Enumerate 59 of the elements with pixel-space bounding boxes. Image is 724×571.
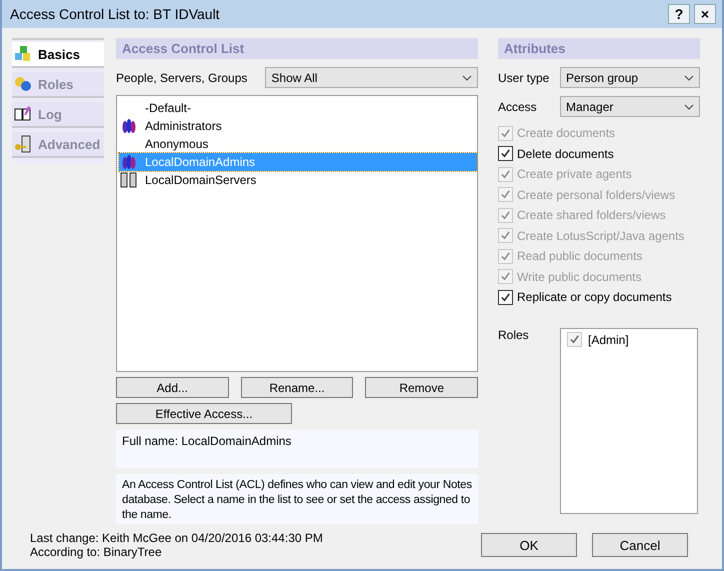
checkbox-label: Delete documents xyxy=(517,146,614,161)
checkbox-label: Read public documents xyxy=(517,249,642,264)
list-item[interactable]: -Default- xyxy=(119,99,477,117)
list-item[interactable]: Administrators xyxy=(119,117,477,135)
chevron-icon xyxy=(684,104,694,110)
action-button[interactable]: Add... xyxy=(116,377,229,398)
masks-icon xyxy=(14,75,32,93)
role-label: [Admin] xyxy=(588,332,629,347)
ok-button[interactable]: OK xyxy=(481,533,577,557)
action-button[interactable]: Rename... xyxy=(240,377,354,398)
check-icon xyxy=(500,271,511,282)
list-item[interactable]: Anonymous xyxy=(119,135,477,153)
check-icon xyxy=(500,148,511,160)
list-item[interactable]: LocalDomainServers xyxy=(119,171,477,189)
people-icon xyxy=(121,154,137,170)
key-server-icon xyxy=(14,135,32,153)
close-button[interactable]: × xyxy=(694,4,716,24)
full-name-text: Full name: LocalDomainAdmins xyxy=(116,430,478,468)
check-icon xyxy=(500,128,511,139)
check-icon xyxy=(500,292,511,303)
filter-label: People, Servers, Groups xyxy=(116,70,248,84)
last-change-text: Last change: Keith McGee on 04/20/2016 03:44:30 PM xyxy=(30,531,324,545)
book-icon xyxy=(14,105,32,123)
check-icon xyxy=(500,230,511,242)
checkbox[interactable] xyxy=(498,146,513,162)
checkbox-label: Create private agents xyxy=(517,167,632,182)
window-title: Access Control List to: BT IDVault xyxy=(10,6,221,22)
check-icon xyxy=(500,168,511,180)
server-icon xyxy=(120,172,138,188)
chevron-icon xyxy=(462,74,472,80)
effective-access-button[interactable]: Effective Access... xyxy=(116,403,292,424)
checkbox-label: Create documents xyxy=(517,126,616,140)
checkbox-label: Create personal folders/views xyxy=(517,188,676,202)
user-type-dropdown[interactable]: Person group xyxy=(560,67,700,88)
chevron-icon xyxy=(684,74,694,80)
section-header: Attributes xyxy=(498,38,700,59)
checkbox-label: Create LotusScript/Java agents xyxy=(517,228,684,243)
help-button[interactable]: ? xyxy=(668,4,690,24)
according-to-text: According to: BinaryTree xyxy=(30,545,163,559)
action-button[interactable]: Remove xyxy=(365,377,478,398)
checkbox-label: Write public documents xyxy=(517,270,642,284)
sidebar-tab[interactable]: Basics xyxy=(12,42,104,68)
blocks-icon xyxy=(14,45,32,63)
access-label: Access xyxy=(498,100,538,114)
checkbox[interactable] xyxy=(498,290,513,305)
check-icon xyxy=(500,189,511,200)
filter-dropdown[interactable]: Show All xyxy=(265,67,478,88)
check-icon xyxy=(569,334,580,346)
user-type-label: User type xyxy=(498,70,550,84)
access-dropdown[interactable]: Manager xyxy=(560,96,700,117)
check-icon xyxy=(500,250,511,262)
cancel-button[interactable]: Cancel xyxy=(592,533,688,557)
description-text: An Access Control List (ACL) defines who can view and edit your Notes database. Select a name in the list to see or set the access assigned to the name. xyxy=(116,474,478,524)
section-header: Access Control List xyxy=(116,38,478,59)
roles-label: Roles xyxy=(498,328,530,344)
checkbox-label: Replicate or copy documents xyxy=(517,290,672,304)
people-icon xyxy=(121,118,137,134)
checkbox-label: Create shared folders/views xyxy=(517,208,666,222)
check-icon xyxy=(500,210,511,221)
